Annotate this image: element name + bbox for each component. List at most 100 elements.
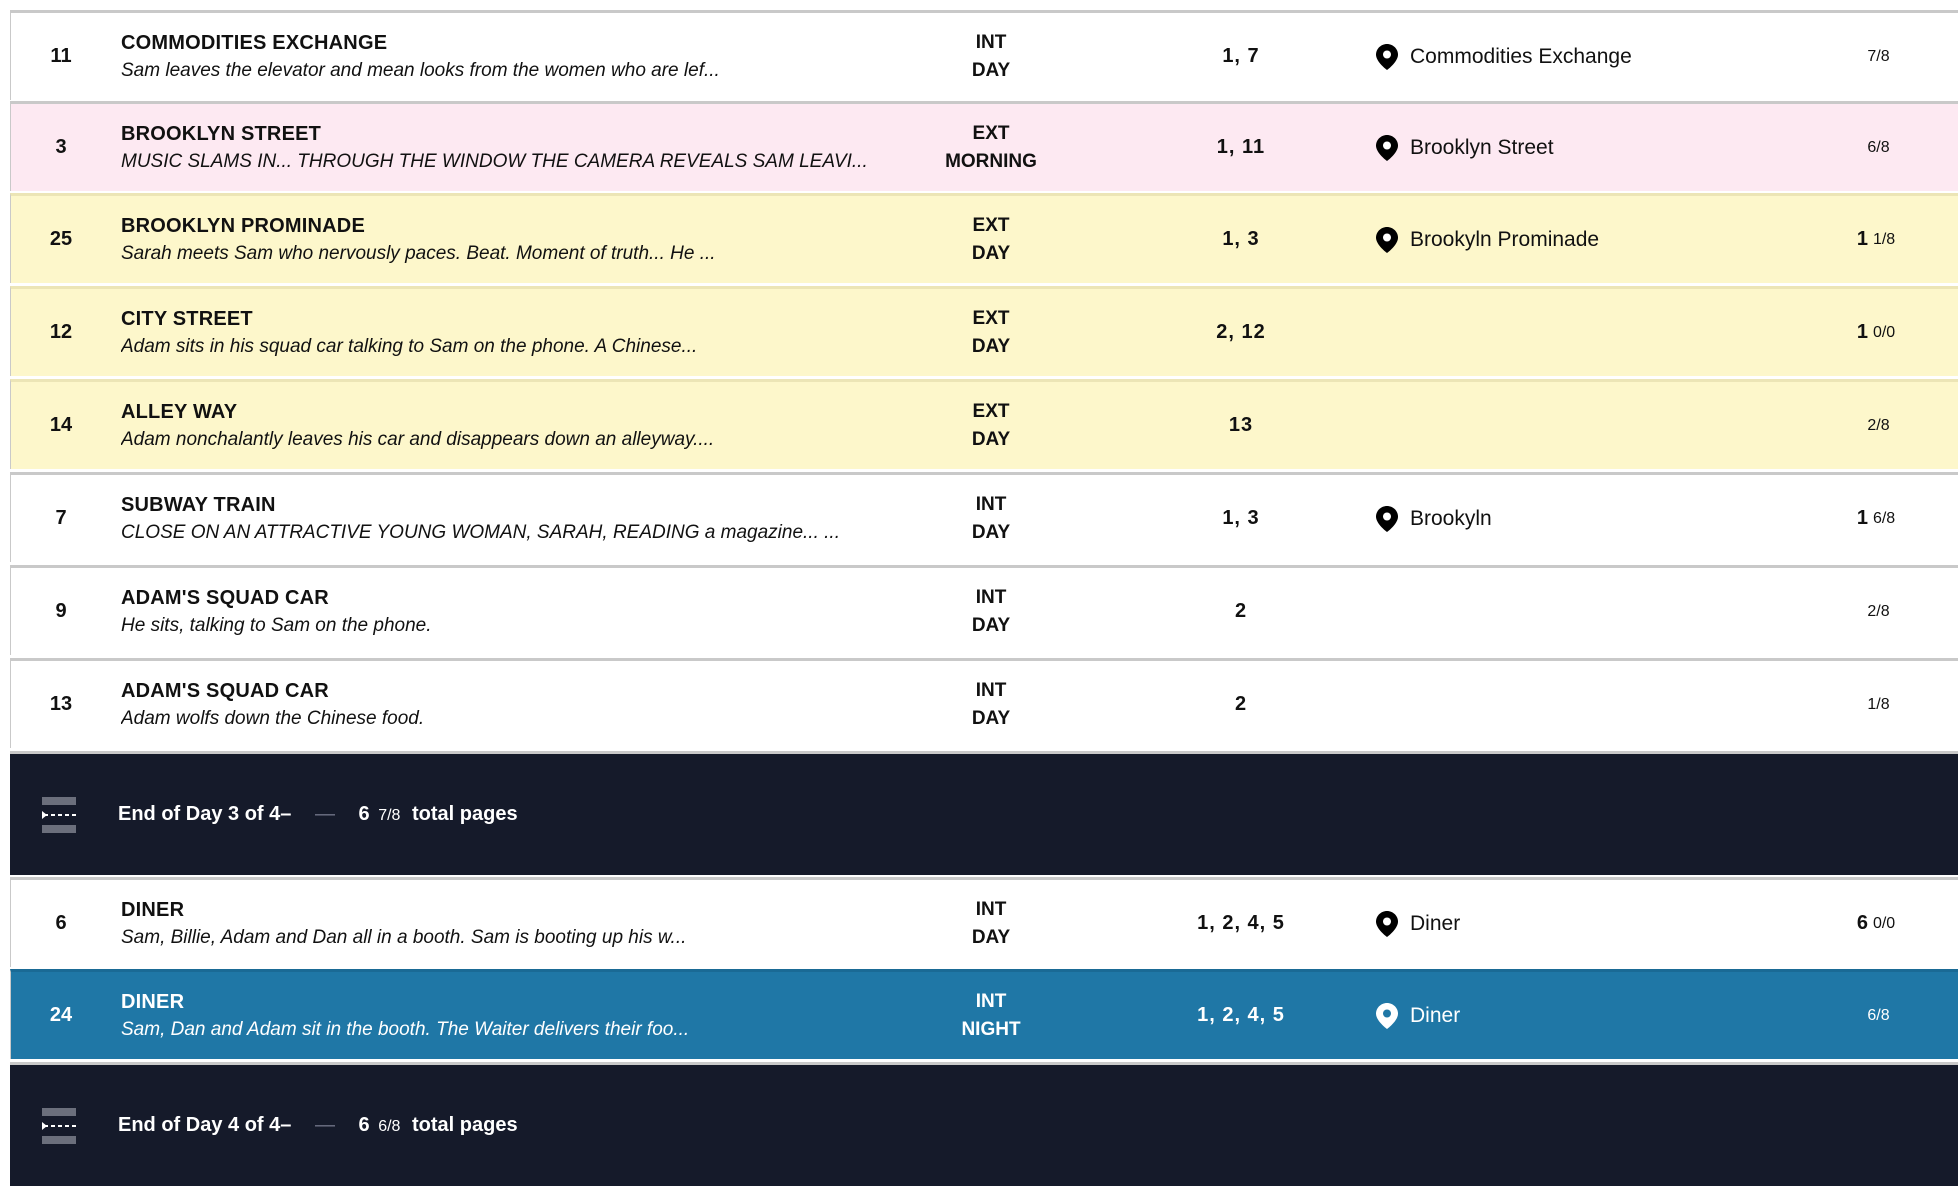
day-break-label: End of Day 3 of 4–	[118, 803, 292, 825]
pages-fraction: 7/8	[1867, 47, 1890, 65]
int-ext-time: INT DAY	[891, 568, 1091, 655]
pages-fraction: 1/8	[1867, 695, 1890, 713]
cast-ids: 1, 7	[1222, 45, 1260, 67]
location-name: Brookyln	[1410, 506, 1492, 530]
time-of-day: DAY	[971, 926, 1011, 948]
total-pages-fraction: 7/8	[378, 807, 401, 824]
int-ext-time: EXT MORNING	[891, 104, 1091, 191]
scene-number: 9	[55, 600, 67, 622]
scene-strip[interactable]: 24 DINER Sam, Dan and Adam sit in the bo…	[10, 969, 1958, 1059]
location: Brooklyn Street	[1376, 104, 1706, 191]
map-pin-icon	[1376, 1002, 1398, 1029]
scene-synopsis: Adam nonchalantly leaves his car and dis…	[121, 428, 715, 450]
pages-fraction: 2/8	[1867, 416, 1890, 434]
location	[1376, 289, 1706, 376]
day-break-icon	[42, 1107, 76, 1144]
time-of-day: MORNING	[945, 150, 1037, 172]
scene-heading: DINER	[121, 990, 185, 1013]
int-ext-time: INT DAY	[891, 880, 1091, 967]
location-name: Diner	[1410, 1003, 1461, 1027]
scene-info: ADAM'S SQUAD CAR Adam wolfs down the Chi…	[121, 661, 901, 748]
scene-heading: CITY STREET	[121, 307, 253, 330]
scene-strip[interactable]: 11 COMMODITIES EXCHANGE Sam leaves the e…	[10, 10, 1958, 100]
scene-strip[interactable]: 14 ALLEY WAY Adam nonchalantly leaves hi…	[10, 379, 1958, 469]
day-break-strip[interactable]: End of Day 4 of 4– — 6 6/8 total pages	[10, 1062, 1958, 1186]
page-count: 1 1/8	[1801, 196, 1951, 283]
time-of-day: DAY	[971, 707, 1011, 729]
time-of-day: DAY	[971, 614, 1011, 636]
location	[1376, 568, 1706, 655]
scene-strip[interactable]: 13 ADAM'S SQUAD CAR Adam wolfs down the …	[10, 658, 1958, 748]
scene-heading: BROOKLYN STREET	[121, 122, 322, 145]
int-ext-time: INT DAY	[891, 661, 1091, 748]
day-break-icon	[42, 796, 76, 833]
scene-number: 14	[49, 414, 73, 436]
scene-number: 3	[55, 136, 67, 158]
time-of-day: DAY	[971, 242, 1011, 264]
map-pin-icon	[1376, 43, 1398, 70]
scene-heading: ALLEY WAY	[121, 400, 238, 423]
stripboard: 11 COMMODITIES EXCHANGE Sam leaves the e…	[0, 0, 1958, 1186]
scene-info: DINER Sam, Billie, Adam and Dan all in a…	[121, 880, 901, 967]
scene-number: 24	[49, 1004, 73, 1026]
scene-synopsis: MUSIC SLAMS IN... THROUGH THE WINDOW THE…	[121, 150, 868, 172]
location-name: Brooklyn Street	[1410, 135, 1554, 159]
scene-strip[interactable]: 7 SUBWAY TRAIN CLOSE ON AN ATTRACTIVE YO…	[10, 472, 1958, 562]
time-of-day: DAY	[971, 335, 1011, 357]
scene-heading: BROOKLYN PROMINADE	[121, 214, 365, 237]
total-pages-label: total pages	[412, 803, 518, 825]
scene-heading: ADAM'S SQUAD CAR	[121, 679, 329, 702]
scene-info: ADAM'S SQUAD CAR He sits, talking to Sam…	[121, 568, 901, 655]
page-count: 6/8	[1801, 972, 1951, 1059]
page-count: 1 6/8	[1801, 475, 1951, 562]
pages-fraction: 6/8	[1867, 138, 1890, 156]
pages-whole: 1	[1856, 228, 1868, 250]
cast-ids: 2, 12	[1216, 321, 1266, 343]
location	[1376, 661, 1706, 748]
int-ext: EXT	[972, 400, 1010, 422]
scene-number: 25	[49, 228, 73, 250]
scene-strip[interactable]: 9 ADAM'S SQUAD CAR He sits, talking to S…	[10, 565, 1958, 655]
scene-strip[interactable]: 6 DINER Sam, Billie, Adam and Dan all in…	[10, 877, 1958, 967]
page-count: 6 0/0	[1801, 880, 1951, 967]
time-of-day: DAY	[971, 59, 1011, 81]
scene-heading: DINER	[121, 898, 185, 921]
time-of-day: DAY	[971, 428, 1011, 450]
int-ext: EXT	[972, 214, 1010, 236]
int-ext-time: EXT DAY	[891, 382, 1091, 469]
scene-info: COMMODITIES EXCHANGE Sam leaves the elev…	[121, 13, 901, 100]
location: Brookyln Prominade	[1376, 196, 1706, 283]
scene-heading: COMMODITIES EXCHANGE	[121, 31, 388, 54]
page-count: 2/8	[1801, 382, 1951, 469]
total-pages-label: total pages	[412, 1114, 518, 1136]
scene-heading: ADAM'S SQUAD CAR	[121, 586, 329, 609]
cast-ids: 1, 3	[1222, 507, 1260, 529]
total-pages-whole: 6	[358, 803, 370, 825]
int-ext: INT	[975, 898, 1007, 920]
map-pin-icon	[1376, 910, 1398, 937]
location	[1376, 382, 1706, 469]
map-pin-icon	[1376, 226, 1398, 253]
cast-ids: 2	[1234, 600, 1248, 622]
pages-fraction: 6/8	[1872, 509, 1896, 527]
map-pin-icon	[1376, 134, 1398, 161]
pages-fraction: 0/0	[1872, 323, 1896, 341]
scene-number: 7	[55, 507, 67, 529]
page-count: 1/8	[1801, 661, 1951, 748]
scene-info: BROOKLYN PROMINADE Sarah meets Sam who n…	[121, 196, 901, 283]
scene-number: 11	[50, 45, 72, 67]
total-pages-fraction: 6/8	[378, 1118, 401, 1135]
scene-strip[interactable]: 3 BROOKLYN STREET MUSIC SLAMS IN... THRO…	[10, 101, 1958, 191]
scene-info: BROOKLYN STREET MUSIC SLAMS IN... THROUG…	[121, 104, 901, 191]
cast-ids: 1, 2, 4, 5	[1197, 1004, 1285, 1026]
location-name: Commodities Exchange	[1410, 44, 1632, 68]
pages-whole: 1	[1856, 321, 1868, 343]
day-break-strip[interactable]: End of Day 3 of 4– — 6 7/8 total pages	[10, 751, 1958, 875]
scene-info: SUBWAY TRAIN CLOSE ON AN ATTRACTIVE YOUN…	[121, 475, 901, 562]
location-name: Brookyln Prominade	[1410, 227, 1600, 251]
scene-strip[interactable]: 12 CITY STREET Adam sits in his squad ca…	[10, 286, 1958, 376]
cast-ids: 1, 11	[1216, 136, 1266, 158]
page-count: 2/8	[1801, 568, 1951, 655]
int-ext: INT	[975, 990, 1007, 1012]
scene-strip[interactable]: 25 BROOKLYN PROMINADE Sarah meets Sam wh…	[10, 193, 1958, 283]
